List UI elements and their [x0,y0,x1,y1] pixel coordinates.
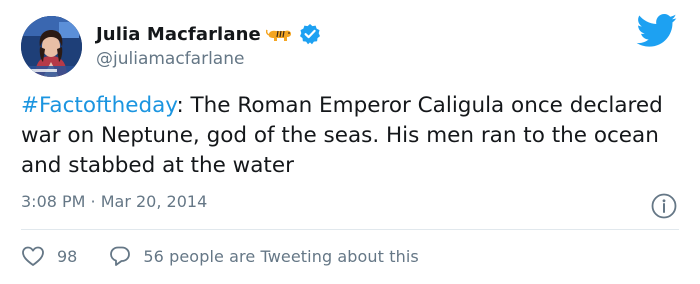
author-block: Julia Macfarlane @juliamacfarlane [96,22,321,69]
heart-icon [21,245,45,267]
like-count: 98 [57,246,78,266]
tweet-card: Julia Macfarlane @juliamacfarlane #Facto… [0,0,700,284]
info-icon[interactable] [651,193,677,219]
verified-badge-icon [299,23,321,45]
tweet-text: #Factoftheday: The Roman Emperor Caligul… [21,91,681,181]
tiger-icon [265,25,294,43]
tweeting-about-text: 56 people are Tweeting about this [143,246,419,266]
tweeting-about-link[interactable]: 56 people are Tweeting about this [109,245,419,267]
like-button[interactable]: 98 [21,245,77,267]
handle[interactable]: @juliamacfarlane [96,49,321,69]
avatar-photo [21,16,82,77]
hashtag-link[interactable]: #Factoftheday [21,93,176,118]
divider [21,229,679,230]
avatar[interactable] [21,16,82,77]
display-name[interactable]: Julia Macfarlane [96,24,261,45]
tweet-actions: 98 56 people are Tweeting about this [21,243,419,269]
twitter-bird-icon[interactable] [636,14,678,48]
speech-bubble-icon [109,245,131,267]
name-row: Julia Macfarlane [96,22,321,46]
timestamp[interactable]: 3:08 PM · Mar 20, 2014 [21,192,207,211]
